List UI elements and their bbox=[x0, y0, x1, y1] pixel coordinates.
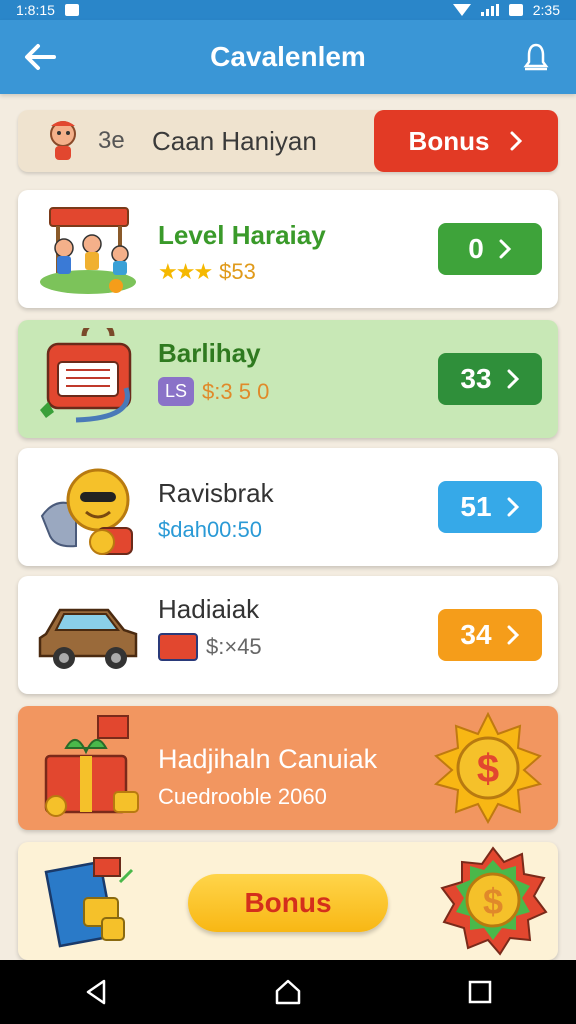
notification-icon bbox=[64, 4, 79, 16]
bonus-top-button[interactable]: Bonus bbox=[374, 110, 558, 172]
promo-card[interactable]: Hadjihaln Canuiak Cuedrooble 2060 $ bbox=[18, 706, 558, 830]
chevron-right-icon bbox=[507, 497, 519, 517]
gift-box-icon bbox=[44, 715, 139, 817]
content: 3e Caan Haniyan Bonus Level Haraiay ★★★ … bbox=[0, 94, 576, 960]
notifications-button[interactable] bbox=[516, 40, 556, 74]
quest-card-3[interactable]: Ravisbrak $dah00:50 51 bbox=[18, 448, 558, 566]
card-value: $53 bbox=[219, 259, 256, 284]
card-button-label: 0 bbox=[468, 233, 484, 264]
card-value: $:×45 bbox=[206, 634, 262, 659]
page-title: Cavalenlem bbox=[210, 41, 366, 72]
app-bar: Cavalenlem bbox=[0, 20, 576, 94]
car-icon bbox=[36, 584, 140, 686]
player-avatar bbox=[38, 116, 88, 166]
chevron-right-icon bbox=[499, 239, 511, 259]
player-name: Caan Haniyan bbox=[152, 125, 317, 156]
chevron-right-icon bbox=[507, 625, 519, 645]
card-title: Ravisbrak bbox=[158, 478, 274, 508]
card-title: Hadiaiak bbox=[158, 594, 260, 624]
promo-subtitle: Cuedrooble 2060 bbox=[158, 784, 327, 809]
card-button[interactable]: 0 bbox=[438, 223, 542, 275]
promo-title: Hadjihaln Canuiak bbox=[158, 744, 378, 774]
nav-home-button[interactable] bbox=[258, 962, 318, 1022]
back-button[interactable] bbox=[20, 40, 60, 74]
wifi-icon bbox=[452, 4, 471, 16]
card-button[interactable]: 51 bbox=[438, 481, 542, 533]
svg-text:$: $ bbox=[483, 881, 503, 922]
card-button-label: 33 bbox=[460, 363, 492, 394]
triangle-back-icon bbox=[86, 979, 106, 1005]
bell-icon bbox=[523, 43, 549, 71]
home-icon bbox=[275, 979, 301, 1005]
quest-card-1[interactable]: Level Haraiay ★★★ $53 0 bbox=[18, 190, 558, 308]
mailbox-icon bbox=[36, 319, 140, 430]
bottom-bonus-card: Bonus $ bbox=[18, 842, 558, 960]
bonus-main-label: Bonus bbox=[244, 887, 332, 918]
card-button-label: 51 bbox=[460, 491, 492, 522]
status-time: 1:8:15 bbox=[16, 2, 55, 18]
sun-coin-icon: $ bbox=[433, 712, 543, 824]
nav-back-button[interactable] bbox=[66, 962, 126, 1022]
svg-text:$: $ bbox=[477, 747, 499, 791]
badge-coin-icon: $ bbox=[440, 846, 548, 956]
battery-level: 2:35 bbox=[532, 2, 560, 18]
square-recents-icon bbox=[468, 980, 492, 1004]
system-nav-bar bbox=[0, 960, 576, 1024]
chevron-right-icon bbox=[507, 369, 519, 389]
signal-icon bbox=[480, 4, 499, 16]
arrow-left-icon bbox=[25, 44, 56, 70]
card-button-label: 34 bbox=[460, 619, 492, 650]
bonus-main-button[interactable]: Bonus bbox=[188, 874, 388, 932]
market-stall-icon bbox=[36, 198, 140, 300]
battery-icon bbox=[508, 4, 523, 16]
ls-badge-icon: LS bbox=[158, 377, 195, 406]
status-bar: 1:8:15 2:35 bbox=[0, 0, 576, 20]
quest-card-4[interactable]: Hadiaiak $:×45 34 bbox=[18, 576, 558, 694]
card-title: Barlihay bbox=[158, 338, 261, 368]
treasure-box-icon bbox=[44, 857, 134, 948]
player-bar: 3e Caan Haniyan Bonus bbox=[18, 110, 558, 172]
quest-card-2[interactable]: Barlihay LS $:3 5 0 33 bbox=[18, 319, 558, 438]
coin-character-icon bbox=[36, 456, 140, 558]
bonus-top-label: Bonus bbox=[408, 125, 490, 156]
card-button[interactable]: 33 bbox=[438, 353, 542, 405]
card-button[interactable]: 34 bbox=[438, 609, 542, 661]
player-level: 3e bbox=[98, 127, 125, 154]
card-value: $dah00:50 bbox=[158, 517, 262, 542]
nav-recents-button[interactable] bbox=[450, 962, 510, 1022]
chevron-right-icon bbox=[510, 131, 523, 151]
card-value: $:3 5 0 bbox=[202, 378, 270, 404]
star-rating-icon: ★★★ bbox=[158, 259, 213, 284]
toolbox-icon bbox=[158, 633, 198, 661]
card-title: Level Haraiay bbox=[158, 220, 326, 250]
